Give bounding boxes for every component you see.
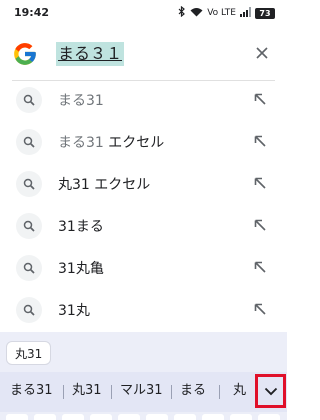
fill-query-arrow-icon[interactable] bbox=[251, 300, 269, 318]
candidate-separator bbox=[63, 385, 64, 399]
volte-icon: Vo LTE bbox=[207, 8, 236, 18]
chevron-down-icon bbox=[264, 387, 277, 395]
suggestion-text: まる31 エクセル bbox=[58, 135, 165, 151]
search-divider bbox=[12, 80, 275, 81]
signal-icon bbox=[240, 6, 251, 20]
suggestion-item[interactable]: まる31 エクセル bbox=[0, 124, 287, 166]
candidate-separator bbox=[171, 385, 172, 399]
fill-query-arrow-icon[interactable] bbox=[251, 258, 269, 276]
keyboard-key-row bbox=[0, 414, 287, 420]
bluetooth-icon bbox=[178, 5, 186, 20]
keyboard-key[interactable] bbox=[6, 414, 28, 420]
suggestion-item[interactable]: 丸31 エクセル bbox=[0, 166, 287, 208]
close-icon bbox=[256, 47, 268, 59]
suggestion-item[interactable]: 31丸亀 bbox=[0, 250, 287, 292]
fill-query-arrow-icon[interactable] bbox=[251, 90, 269, 108]
candidate-bar: まる31 丸31 マル31 まる 丸 bbox=[0, 372, 287, 412]
status-time: 19:42 bbox=[14, 6, 50, 19]
search-icon bbox=[16, 129, 42, 155]
search-icon bbox=[16, 213, 42, 239]
keyboard-key[interactable] bbox=[202, 414, 224, 420]
search-icon bbox=[16, 87, 42, 113]
suggestion-text: 31丸亀 bbox=[58, 261, 104, 277]
keyboard-key[interactable] bbox=[62, 414, 84, 420]
candidate-word[interactable]: 丸 bbox=[233, 380, 246, 402]
wifi-icon bbox=[190, 7, 203, 20]
google-logo-icon bbox=[12, 41, 38, 67]
battery-icon: 73 bbox=[255, 7, 275, 19]
fill-query-arrow-icon[interactable] bbox=[251, 216, 269, 234]
keyboard-key[interactable] bbox=[118, 414, 140, 420]
keyboard-key[interactable] bbox=[90, 414, 112, 420]
fill-query-arrow-icon[interactable] bbox=[251, 174, 269, 192]
suggestion-text: 丸31 エクセル bbox=[58, 177, 151, 193]
keyboard: 丸31 まる31 丸31 マル31 まる 丸 bbox=[0, 332, 287, 420]
candidate-separator bbox=[111, 385, 112, 399]
search-bar[interactable]: まる３１ bbox=[0, 30, 287, 76]
keyboard-key[interactable] bbox=[146, 414, 168, 420]
keyboard-key[interactable] bbox=[230, 414, 252, 420]
clipboard-suggestion-chip[interactable]: 丸31 bbox=[6, 341, 52, 365]
fill-query-arrow-icon[interactable] bbox=[251, 132, 269, 150]
keyboard-key[interactable] bbox=[34, 414, 56, 420]
search-input[interactable]: まる３１ bbox=[56, 42, 125, 66]
suggestion-text: まる31 bbox=[58, 93, 104, 109]
suggestion-list: まる31 まる31 エクセル 丸31 エクセル 31まる 31丸亀 31丸 bbox=[0, 82, 287, 334]
candidate-separator bbox=[219, 385, 220, 399]
candidate-word[interactable]: 丸31 bbox=[72, 380, 102, 402]
clear-button[interactable] bbox=[251, 42, 273, 64]
suggestion-text: 31丸 bbox=[58, 303, 90, 319]
suggestion-text: 31まる bbox=[58, 219, 104, 235]
search-icon bbox=[16, 255, 42, 281]
search-icon bbox=[16, 171, 42, 197]
keyboard-key[interactable] bbox=[258, 414, 280, 420]
status-icons: Vo LTE 73 bbox=[178, 5, 275, 20]
candidate-word[interactable]: マル31 bbox=[120, 380, 163, 402]
candidate-word[interactable]: まる bbox=[180, 380, 206, 402]
suggestion-item[interactable]: まる31 bbox=[0, 82, 287, 124]
status-bar: 19:42 Vo LTE 73 bbox=[0, 0, 287, 26]
keyboard-key[interactable] bbox=[174, 414, 196, 420]
expand-candidates-button[interactable] bbox=[255, 374, 286, 408]
suggestion-item[interactable]: 31まる bbox=[0, 208, 287, 250]
candidate-word[interactable]: まる31 bbox=[10, 380, 53, 402]
search-icon bbox=[16, 297, 42, 323]
suggestion-item[interactable]: 31丸 bbox=[0, 292, 287, 334]
